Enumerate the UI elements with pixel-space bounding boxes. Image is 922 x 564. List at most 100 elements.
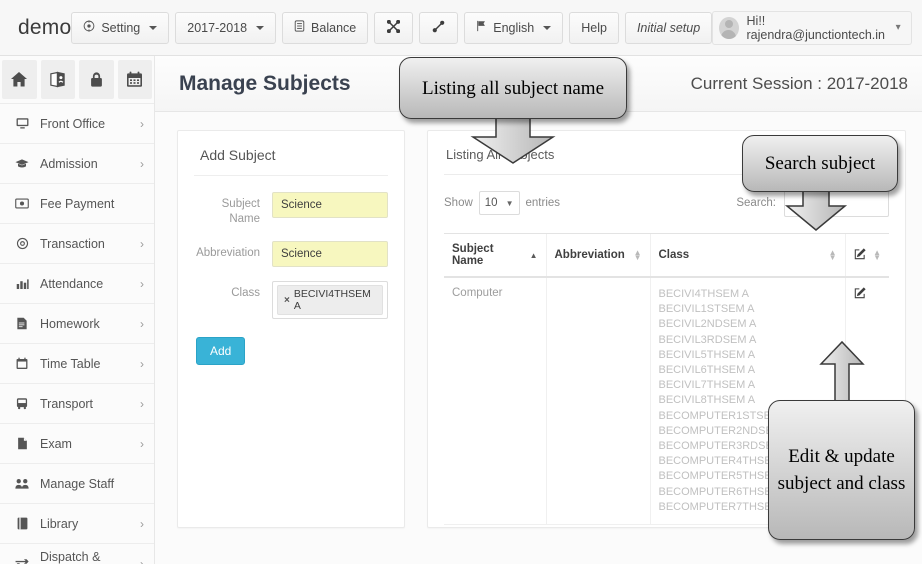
class-list-item: BECIVIL2NDSEM A <box>658 318 757 331</box>
th-subject-name-label: Subject Name <box>452 243 494 267</box>
book-icon <box>14 517 30 530</box>
subject-name-input[interactable]: Science <box>272 192 388 218</box>
sidebar-item-label: Library <box>40 516 79 531</box>
callout-search-subject: Search subject <box>742 135 898 192</box>
top-navbar: demo Setting 2017-2018 Balance English H… <box>0 0 922 56</box>
sidebar-item-label: Homework <box>40 316 100 331</box>
sidebar-item-fee-payment[interactable]: Fee Payment <box>0 184 154 224</box>
balance-button-label: Balance <box>311 20 357 35</box>
current-session-label: Current Session : 2017-2018 <box>690 73 908 93</box>
show-label: Show <box>444 197 473 209</box>
edit-icon <box>854 247 866 263</box>
sidebar-item-library[interactable]: Library › <box>0 504 154 544</box>
sidebar-item-time-table[interactable]: Time Table › <box>0 344 154 384</box>
id-card-icon[interactable] <box>40 60 75 99</box>
sidebar-item-label: Admission <box>40 156 98 171</box>
brand-logo[interactable]: demo <box>0 0 71 56</box>
callout-listing-all-subject-name: Listing all subject name <box>399 57 627 119</box>
abbreviation-input[interactable]: Science <box>272 241 388 267</box>
show-entries-group: Show 10 ▼ entries <box>444 191 560 215</box>
callout-arrow-up-edit <box>819 340 865 405</box>
sidebar-item-label: Transaction <box>40 236 105 251</box>
setting-button[interactable]: Setting <box>71 11 170 44</box>
class-list-item: BECIVIL1STSEM A <box>658 303 755 316</box>
sidebar-item-transport[interactable]: Transport › <box>0 384 154 424</box>
user-menu[interactable]: Hi!! rajendra@junctiontech.in ▾ <box>712 10 912 45</box>
help-button[interactable]: Help <box>569 11 619 44</box>
sidebar-item-homework[interactable]: Homework › <box>0 304 154 344</box>
class-row: Class × BECIVI4THSEM A <box>194 281 388 319</box>
fullscreen-button[interactable] <box>419 11 459 44</box>
row-edit-icon[interactable] <box>854 287 866 302</box>
chevron-right-icon: › <box>140 436 144 451</box>
lock-icon[interactable] <box>79 60 114 99</box>
help-button-label: Help <box>581 20 607 35</box>
subject-name-row: Subject Name Science <box>194 192 388 227</box>
session-year-label: 2017-2018 <box>187 20 248 35</box>
chevron-right-icon: › <box>140 516 144 531</box>
chevron-right-icon: › <box>140 116 144 131</box>
add-button[interactable]: Add <box>196 337 246 365</box>
home-icon[interactable] <box>2 60 37 99</box>
balance-button[interactable]: Balance <box>282 11 369 44</box>
callout-edit-update-subject-and-class: Edit & update subject and class <box>768 400 915 540</box>
th-class[interactable]: Class ▲ ▼ <box>649 233 845 278</box>
file-text-icon <box>14 317 30 330</box>
callout-arrow-down-search <box>784 188 848 231</box>
sidebar-item-transaction[interactable]: Transaction › <box>0 224 154 264</box>
chip-remove-icon[interactable]: × <box>284 295 290 306</box>
expand-icon <box>432 20 445 36</box>
th-subject-name[interactable]: Subject Name ▲ <box>444 233 546 278</box>
sort-icon: ▲ ▼ <box>633 248 642 262</box>
entries-per-page-select[interactable]: 10 ▼ <box>478 191 520 215</box>
class-chip: × BECIVI4THSEM A <box>277 285 383 315</box>
language-button-label: English <box>493 20 535 35</box>
chevron-right-icon: › <box>140 276 144 291</box>
chevron-right-icon: › <box>140 356 144 371</box>
class-list-item: BECIVIL3RDSEM A <box>658 333 757 346</box>
th-abbreviation-label: Abbreviation <box>554 249 625 261</box>
th-abbreviation[interactable]: Abbreviation ▲ ▼ <box>545 233 650 278</box>
sidebar-item-label: Time Table <box>40 356 101 371</box>
callout-arrow-down-listing <box>470 115 556 164</box>
chevron-right-icon: › <box>140 316 144 331</box>
calendar-icon[interactable] <box>117 60 152 99</box>
gear-icon <box>83 20 95 35</box>
session-year-button[interactable]: 2017-2018 <box>175 11 277 44</box>
initial-setup-label: Initial setup <box>636 20 701 35</box>
class-list-item: BECIVIL5THSEM A <box>658 348 756 361</box>
divider <box>194 175 388 176</box>
list-icon <box>294 20 305 35</box>
entries-label: entries <box>525 197 561 209</box>
sidebar-item-label: Dispatch & Receiving <box>40 549 101 564</box>
table-head: Subject Name ▲ Abbreviation ▲ ▼ Class ▲ … <box>444 233 889 278</box>
bus-icon <box>14 397 30 410</box>
class-multiselect[interactable]: × BECIVI4THSEM A <box>272 281 388 319</box>
abbreviation-label: Abbreviation <box>196 247 260 259</box>
desktop-icon <box>14 117 30 130</box>
sidebar-item-attendance[interactable]: Attendance › <box>0 264 154 304</box>
chevron-down-icon <box>149 25 158 30</box>
initial-setup-button[interactable]: Initial setup <box>624 11 713 44</box>
sort-icon: ▲ <box>529 250 538 260</box>
exchange-icon <box>14 558 30 564</box>
shuffle-icon <box>387 19 401 36</box>
shuffle-button[interactable] <box>374 11 414 44</box>
sidebar-item-dispatch-receiving[interactable]: Dispatch & Receiving › <box>0 544 154 564</box>
class-chip-label: BECIVI4THSEM A <box>293 288 371 312</box>
sidebar-item-label: Front Office <box>40 116 106 131</box>
sort-icon: ▲ ▼ <box>873 248 881 262</box>
cog-icon <box>14 237 30 250</box>
sidebar-item-front-office[interactable]: Front Office › <box>0 104 154 144</box>
sidebar-quick-icons <box>0 56 154 104</box>
sidebar-item-exam[interactable]: Exam › <box>0 424 154 464</box>
flag-icon <box>476 20 487 35</box>
sidebar-item-admission[interactable]: Admission › <box>0 144 154 184</box>
th-actions[interactable]: ▲ ▼ <box>844 233 889 278</box>
language-button[interactable]: English <box>464 11 564 44</box>
graduation-cap-icon <box>14 158 30 170</box>
subject-name-label: Subject Name <box>221 198 260 225</box>
sidebar-item-manage-staff[interactable]: Manage Staff <box>0 464 154 504</box>
sidebar-item-label: Attendance <box>40 276 104 291</box>
sidebar-item-label: Transport <box>40 396 94 411</box>
